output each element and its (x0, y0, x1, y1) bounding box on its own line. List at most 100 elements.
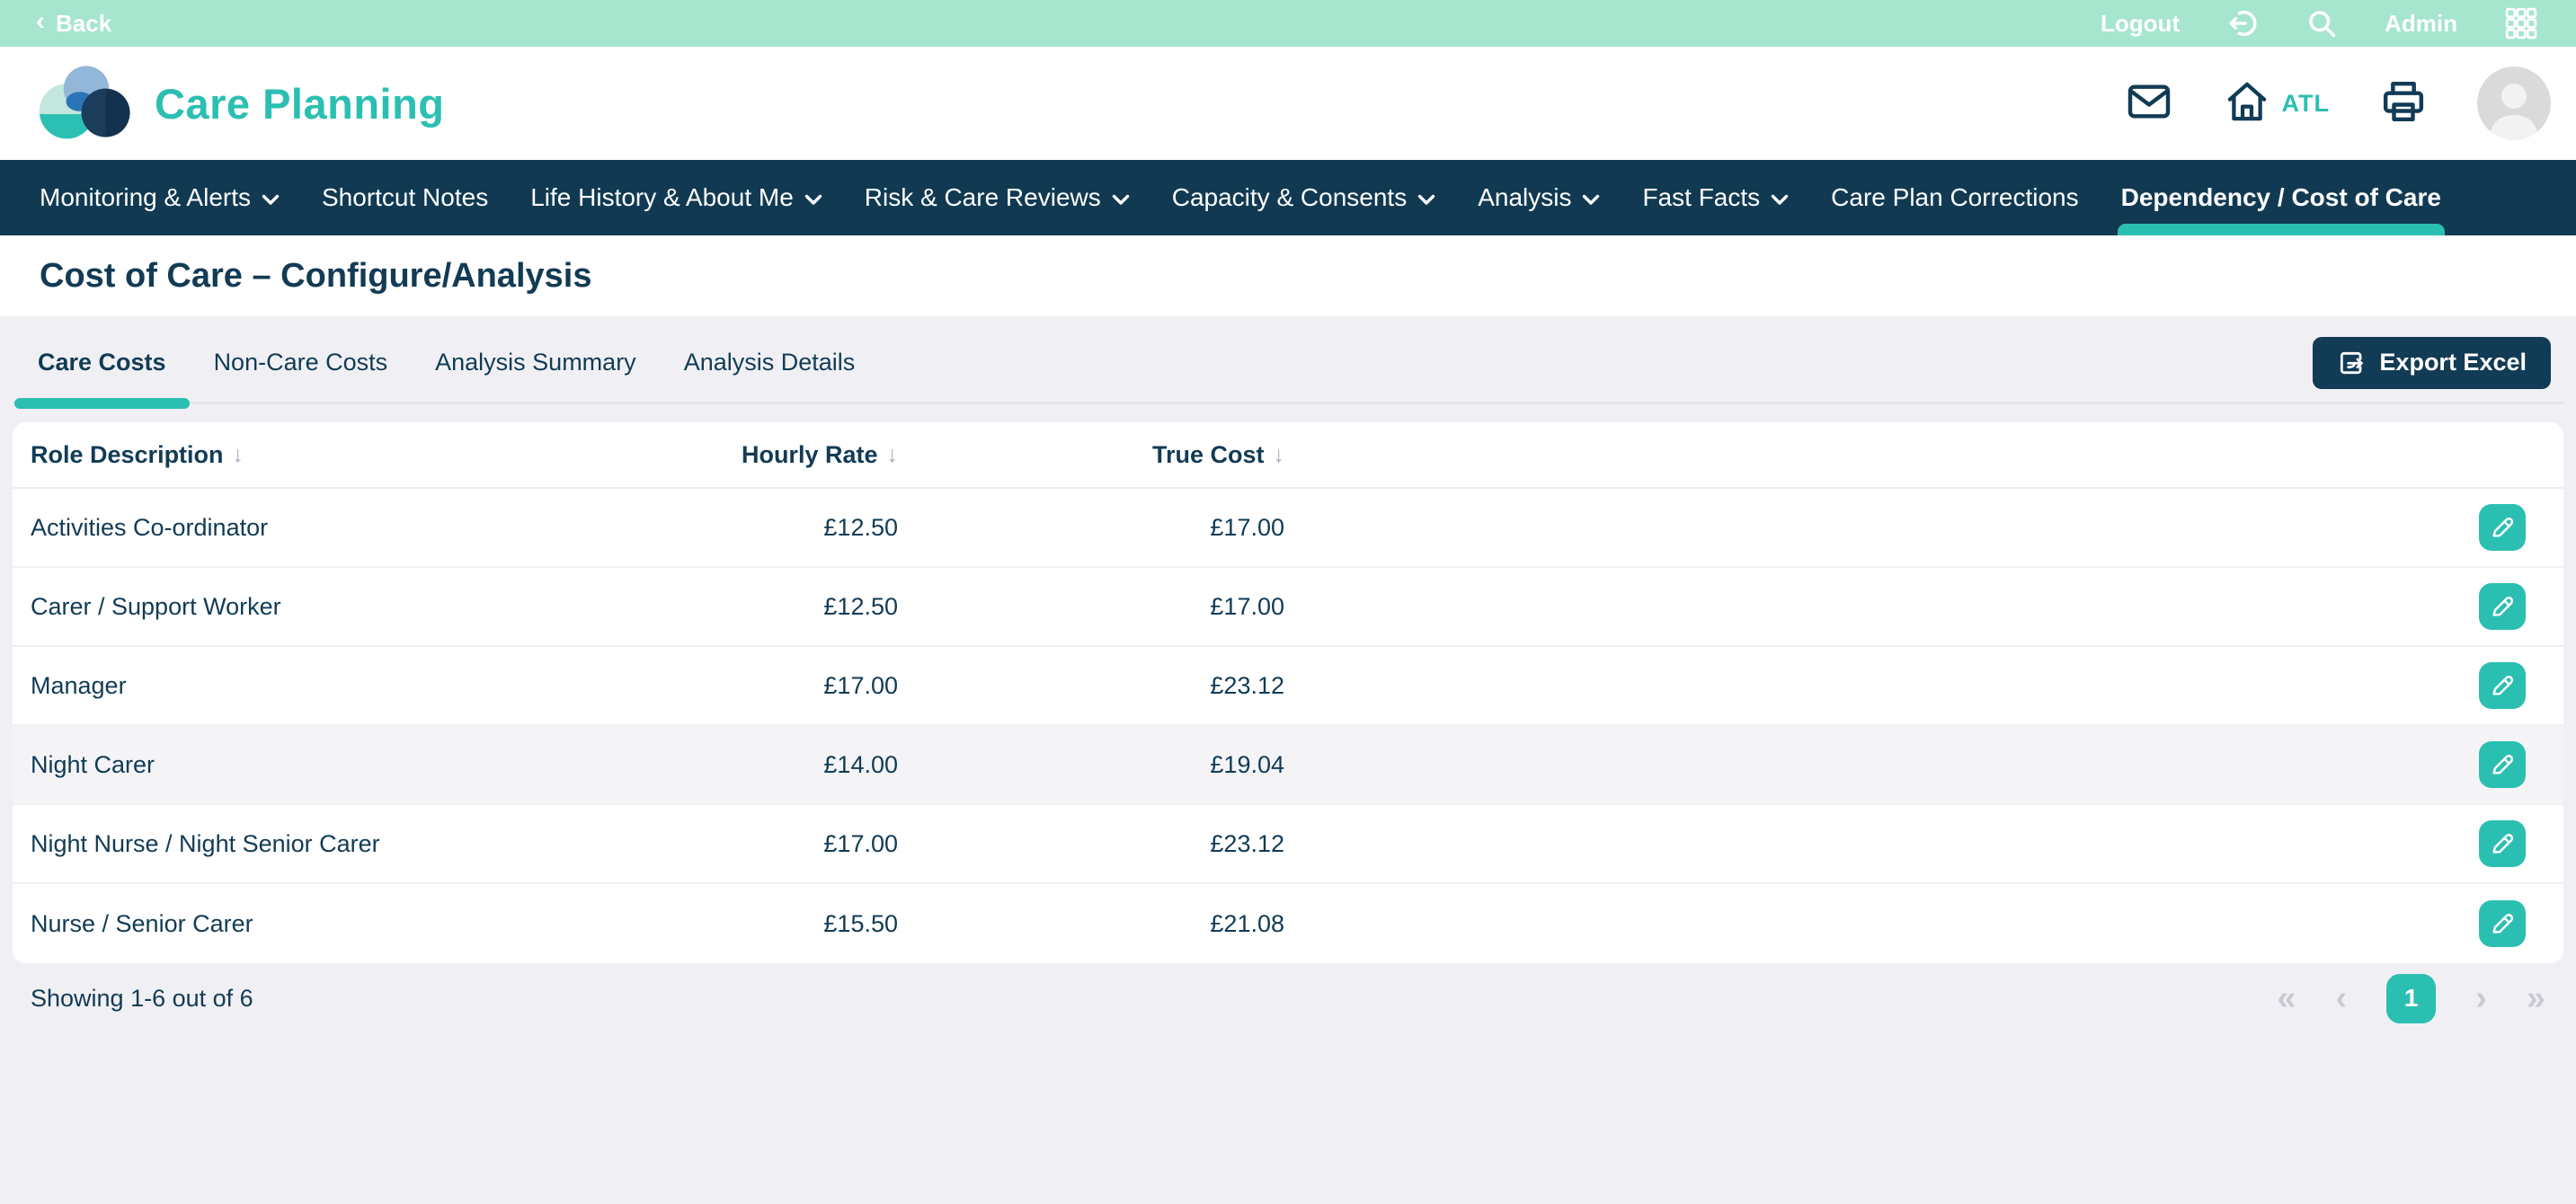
cell-hourly-rate: £15.50 (552, 910, 898, 938)
print-icon[interactable] (2378, 76, 2429, 131)
page-background (13, 1033, 2563, 1204)
nav-item-label: Capacity & Consents (1172, 183, 1407, 212)
cell-hourly-rate: £12.50 (552, 593, 898, 621)
nav-item-label: Risk & Care Reviews (865, 183, 1101, 212)
column-header-role[interactable]: Role Description ↓ (31, 441, 552, 469)
nav-item[interactable]: Analysis (1478, 160, 1600, 235)
edit-row-button[interactable] (2479, 820, 2526, 867)
cell-role: Activities Co-ordinator (31, 514, 552, 542)
avatar[interactable] (2477, 66, 2551, 140)
chevron-down-icon (1417, 194, 1435, 206)
tab-label: Non-Care Costs (214, 349, 388, 376)
app-header: Care Planning ATL (0, 47, 2576, 160)
search-icon[interactable] (2305, 7, 2338, 40)
pencil-icon (2489, 593, 2516, 620)
cell-role: Carer / Support Worker (31, 593, 552, 621)
top-bar: ‹ Back Logout Admin (0, 0, 2576, 47)
chevron-down-icon (1582, 194, 1600, 206)
main-nav: Monitoring & Alerts Shortcut Notes Life (0, 160, 2576, 235)
edit-row-button[interactable] (2479, 741, 2526, 788)
sort-icon[interactable]: ↓ (233, 442, 244, 468)
pencil-icon (2489, 672, 2516, 699)
last-page-button[interactable]: » (2527, 981, 2545, 1015)
back-label: Back (56, 10, 111, 38)
table-row: Manager £17.00 £23.12 (13, 647, 2563, 726)
apps-grid-icon[interactable] (2504, 6, 2538, 40)
table-body: Activities Co-ordinator £12.50 £17.00 (13, 489, 2563, 963)
cell-true-cost: £23.12 (898, 672, 1284, 700)
cell-hourly-rate: £17.00 (552, 830, 898, 858)
mail-icon[interactable] (2124, 76, 2174, 131)
logout-link[interactable]: Logout (2101, 10, 2180, 38)
tab[interactable]: Analysis Summary (435, 316, 636, 409)
export-label: Export Excel (2379, 349, 2527, 376)
edit-row-button[interactable] (2479, 900, 2526, 947)
pencil-icon (2489, 910, 2516, 937)
cell-hourly-rate: £17.00 (552, 672, 898, 700)
nav-item-label: Shortcut Notes (322, 183, 488, 212)
cell-true-cost: £23.12 (898, 830, 1284, 858)
table-row: Carer / Support Worker £12.50 £17.00 (13, 568, 2563, 647)
nav-item[interactable]: Risk & Care Reviews (865, 160, 1130, 235)
sort-icon[interactable]: ↓ (887, 442, 899, 468)
nav-item[interactable]: Care Plan Corrections (1831, 160, 2078, 235)
cell-role: Manager (31, 672, 552, 700)
nav-item[interactable]: Shortcut Notes (322, 160, 488, 235)
cell-true-cost: £21.08 (898, 910, 1284, 938)
tab-label: Care Costs (38, 349, 166, 376)
prev-page-button[interactable]: ‹ (2336, 981, 2348, 1015)
cell-true-cost: £19.04 (898, 751, 1284, 779)
top-bar-right: Logout Admin (2101, 6, 2538, 40)
home-group[interactable]: ATL (2223, 77, 2330, 130)
admin-link[interactable]: Admin (2385, 10, 2457, 38)
export-excel-button[interactable]: Export Excel (2313, 337, 2551, 389)
app-title: Care Planning (155, 79, 445, 128)
tab[interactable]: Analysis Details (684, 316, 856, 409)
nav-item[interactable]: Monitoring & Alerts (40, 160, 280, 235)
tabs-row: Care Costs Non-Care Costs Analysis Summa… (13, 316, 2563, 409)
chevron-down-icon (1112, 194, 1130, 206)
nav-item-label: Fast Facts (1642, 183, 1760, 212)
page-number-button[interactable]: 1 (2386, 974, 2436, 1023)
chevron-down-icon (804, 194, 822, 206)
app-logo (38, 60, 135, 147)
nav-item[interactable]: Fast Facts (1642, 160, 1789, 235)
tab[interactable]: Care Costs (38, 316, 166, 409)
cell-true-cost: £17.00 (898, 593, 1284, 621)
brand: Care Planning (38, 60, 445, 147)
table-row: Activities Co-ordinator £12.50 £17.00 (13, 489, 2563, 568)
first-page-button[interactable]: « (2277, 981, 2296, 1015)
sort-icon[interactable]: ↓ (1274, 442, 1285, 468)
header-actions: ATL (2124, 66, 2551, 140)
chevron-down-icon (1771, 194, 1789, 206)
cell-role: Night Carer (31, 751, 552, 779)
edit-row-button[interactable] (2479, 583, 2526, 630)
table-row: Nurse / Senior Carer £15.50 £21.08 (13, 884, 2563, 963)
table-header-row: Role Description ↓ Hourly Rate ↓ True Co… (13, 422, 2563, 489)
cell-hourly-rate: £14.00 (552, 751, 898, 779)
tab-label: Analysis Details (684, 349, 856, 376)
edit-row-button[interactable] (2479, 504, 2526, 551)
table-row: Night Carer £14.00 £19.04 (13, 726, 2563, 805)
logout-icon[interactable] (2226, 7, 2259, 40)
tabs: Care Costs Non-Care Costs Analysis Summa… (38, 316, 855, 409)
tab[interactable]: Non-Care Costs (214, 316, 388, 409)
cell-role: Nurse / Senior Carer (31, 910, 552, 938)
pencil-icon (2489, 830, 2516, 857)
home-badge: ATL (2282, 90, 2330, 118)
next-page-button[interactable]: › (2475, 981, 2487, 1015)
nav-item[interactable]: Dependency / Cost of Care (2121, 160, 2441, 235)
nav-item[interactable]: Capacity & Consents (1172, 160, 1435, 235)
cell-true-cost: £17.00 (898, 514, 1284, 542)
nav-item[interactable]: Life History & About Me (530, 160, 822, 235)
edit-row-button[interactable] (2479, 662, 2526, 709)
nav-item-label: Dependency / Cost of Care (2121, 183, 2441, 212)
care-costs-table: Role Description ↓ Hourly Rate ↓ True Co… (13, 422, 2563, 963)
column-header-true-cost[interactable]: True Cost ↓ (898, 441, 1284, 469)
column-header-hourly-rate[interactable]: Hourly Rate ↓ (552, 441, 898, 469)
back-button[interactable]: ‹ Back (36, 10, 111, 38)
page: ‹ Back Logout Admin (0, 0, 2576, 1204)
page-title-row: Cost of Care – Configure/Analysis (0, 235, 2576, 316)
nav-item-label: Care Plan Corrections (1831, 183, 2078, 212)
content: Care Costs Non-Care Costs Analysis Summa… (0, 316, 2576, 1204)
